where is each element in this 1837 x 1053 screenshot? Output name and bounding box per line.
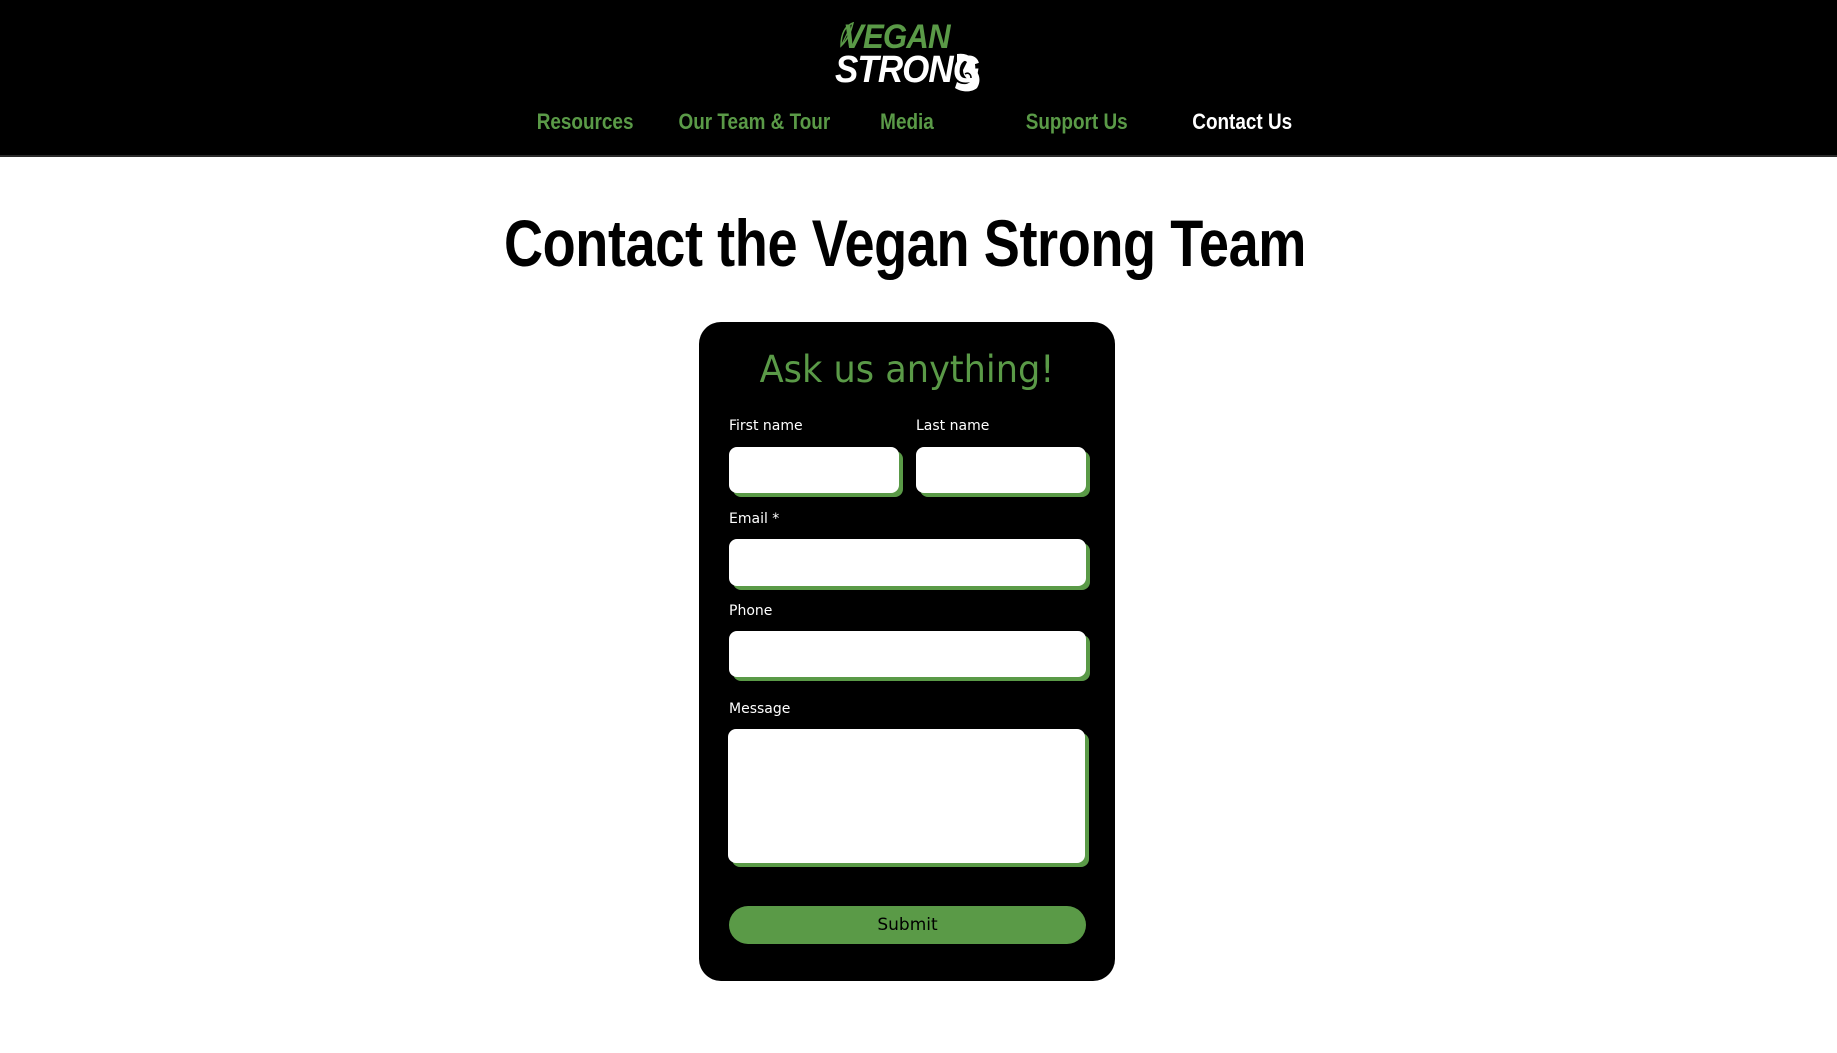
email-field[interactable] [729,539,1086,586]
last-name-label: Last name [916,418,990,434]
vegan-strong-logo[interactable]: VEGAN STRONG [835,18,985,94]
first-name-label: First name [729,418,803,434]
submit-button[interactable]: Submit [729,906,1086,944]
phone-field[interactable] [729,631,1086,677]
flexed-arm-icon [955,53,980,92]
message-field[interactable] [728,729,1085,863]
nav-item-media[interactable]: Media [872,104,943,140]
page-title: Contact the Vegan Strong Team [503,206,1307,280]
message-label: Message [729,701,791,717]
nav-item-our-team-tour[interactable]: Our Team & Tour [679,104,831,140]
site-header: VEGAN STRONG Resources Our Team & Tour M… [0,0,1837,157]
nav-item-contact-us[interactable]: Contact Us [1192,104,1292,140]
email-label: Email * [729,511,780,527]
last-name-field[interactable] [916,447,1086,493]
form-heading: Ask us anything! [759,348,1055,391]
contact-form-card: Ask us anything! First name Last name Em… [699,322,1115,981]
phone-label: Phone [729,603,773,619]
nav-item-support-us[interactable]: Support Us [1026,104,1128,140]
nav-item-resources[interactable]: Resources [537,104,634,140]
first-name-field[interactable] [729,447,899,493]
main-nav: Resources Our Team & Tour Media Support … [0,104,1837,144]
